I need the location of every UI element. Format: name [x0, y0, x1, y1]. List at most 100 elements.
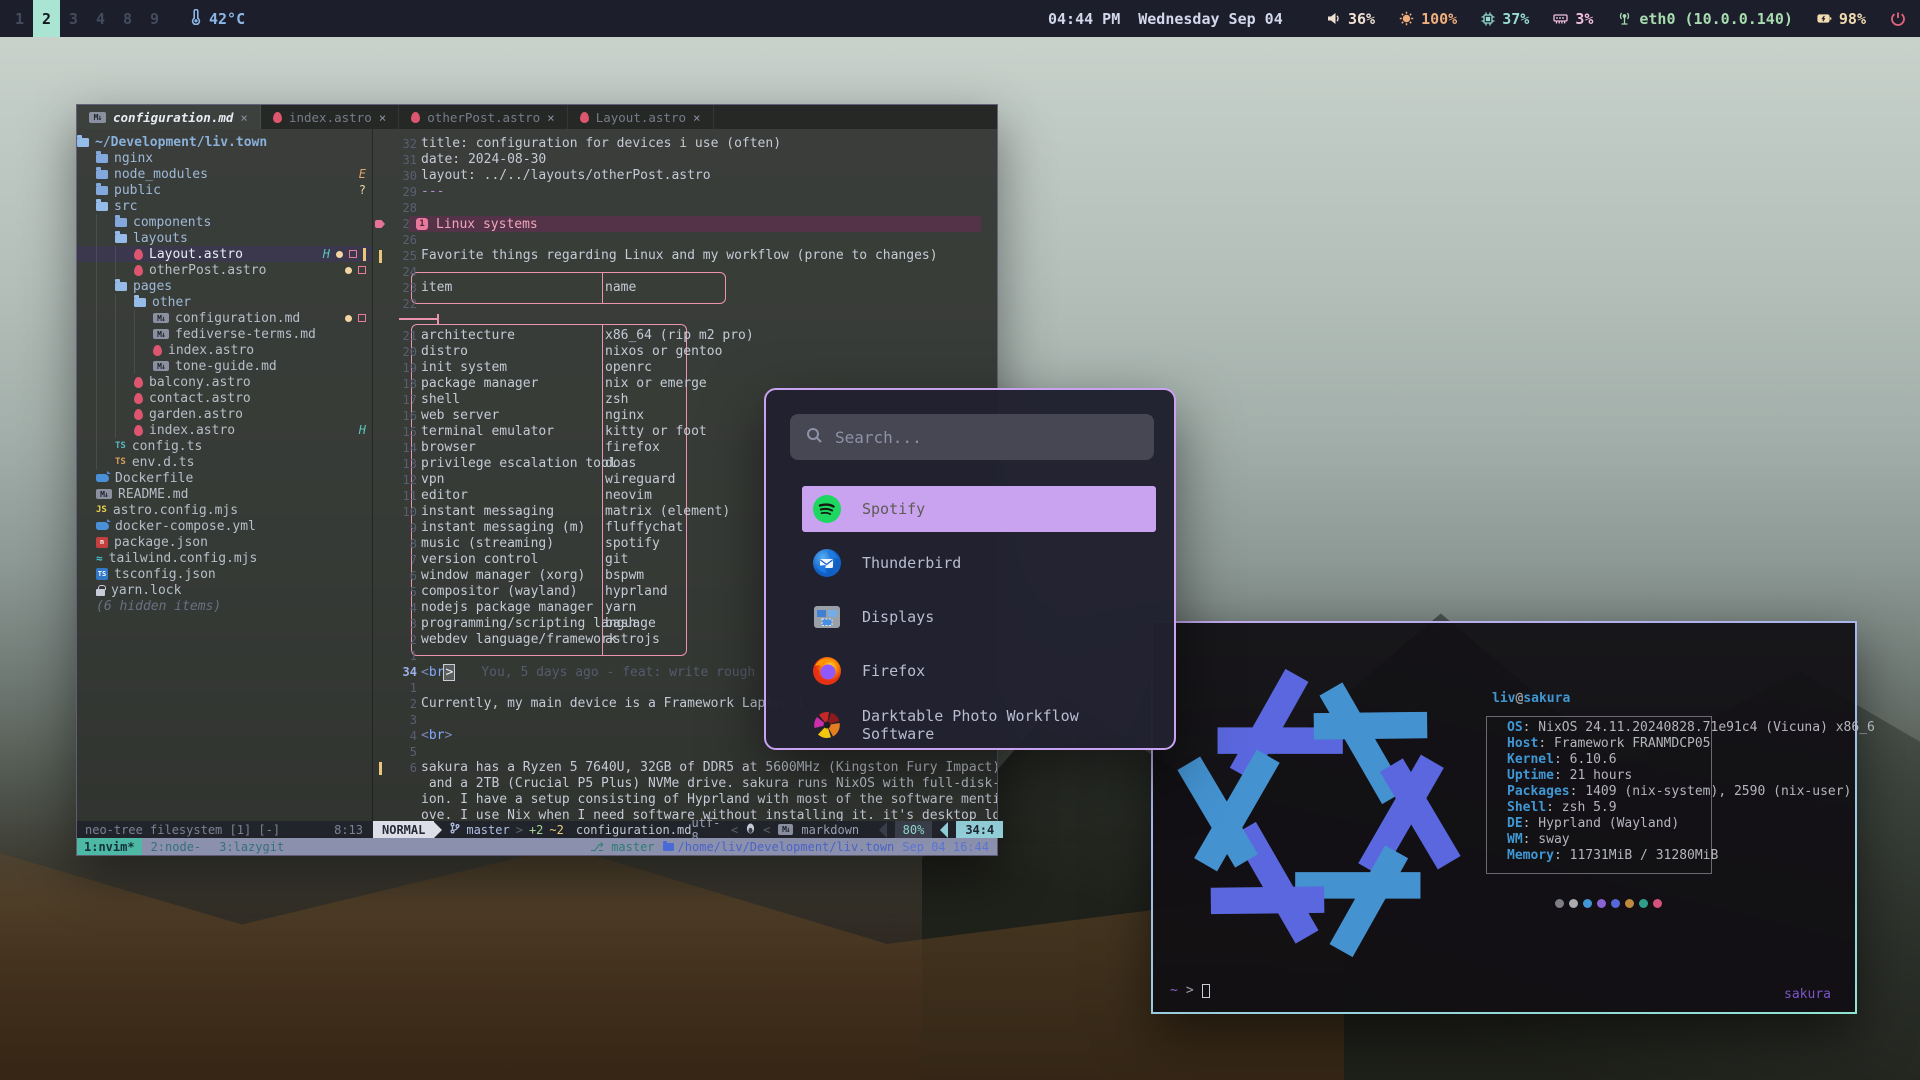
line-number: 4 — [387, 601, 417, 615]
tree-item-tailwind-config-mjs[interactable]: ≈tailwind.config.mjs — [77, 550, 372, 566]
launcher-item-displays[interactable]: Displays — [802, 594, 1156, 640]
fetch-info-row: OS: NixOS 24.11.20240828.71e91c4 (Vicuna… — [1507, 720, 1875, 736]
workspace-button-3[interactable]: 3 — [60, 0, 87, 37]
tree-item-index-astro[interactable]: index.astroH — [77, 422, 372, 438]
tab-label: configuration.md — [113, 110, 233, 125]
statusline-chevron: > — [516, 823, 523, 837]
tree-item-docker-compose-yml[interactable]: docker-compose.yml — [77, 518, 372, 534]
tree-item-layouts[interactable]: layouts — [77, 230, 372, 246]
launcher-item-firefox[interactable]: Firefox — [802, 648, 1156, 694]
tree-item--development-liv-town[interactable]: ~/Development/liv.town — [77, 134, 372, 150]
tree-item-public[interactable]: public? — [77, 182, 372, 198]
table-cell-name: yarn — [605, 600, 636, 615]
tmux-git-branch: ⎇ master — [590, 840, 654, 854]
tree-item-configuration-md[interactable]: M↓configuration.md — [77, 310, 372, 326]
tree-item-readme-md[interactable]: M↓README.md — [77, 486, 372, 502]
tree-item-components[interactable]: components — [77, 214, 372, 230]
tree-item-tsconfig-json[interactable]: TStsconfig.json — [77, 566, 372, 582]
line-number: 30 — [387, 169, 417, 183]
line-number: 29 — [387, 185, 417, 199]
buffer-line: ove. I use Nix when I need software with… — [373, 808, 997, 821]
tree-item-balcony-astro[interactable]: balcony.astro — [77, 374, 372, 390]
indent-guide — [115, 374, 128, 390]
tree-item-garden-astro[interactable]: garden.astro — [77, 406, 372, 422]
launcher-search[interactable]: Search... — [790, 414, 1154, 460]
module-battery[interactable]: 98% — [1817, 10, 1866, 28]
tab-close-icon[interactable]: × — [693, 110, 701, 125]
tree-item-contact-astro[interactable]: contact.astro — [77, 390, 372, 406]
workspace-button-9[interactable]: 9 — [141, 0, 168, 37]
table-cell-name: matrix (element) — [605, 504, 730, 519]
table-cell-name: zsh — [605, 392, 628, 407]
tree-item-src[interactable]: src — [77, 198, 372, 214]
spotify-icon — [812, 494, 842, 524]
palette-dot-2 — [1583, 899, 1592, 908]
buffer-line: 6sakura has a Ryzen 5 7640U, 32GB of DDR… — [373, 760, 997, 776]
workspace-button-4[interactable]: 4 — [87, 0, 114, 37]
tab-close-icon[interactable]: × — [379, 110, 387, 125]
gutter: 32 — [373, 136, 417, 152]
line-text: Favorite things regarding Linux and my w… — [417, 248, 997, 264]
indent-guide — [77, 246, 90, 262]
shell-prompt[interactable]: ~ > — [1170, 983, 1210, 998]
tree-item--6-hidden-items-[interactable]: (6 hidden items) — [77, 598, 372, 614]
module-memory[interactable]: 3% — [1553, 10, 1593, 28]
module-volume[interactable]: 36% — [1327, 10, 1375, 28]
tmux-window-3[interactable]: 3:lazygit — [210, 840, 293, 854]
tree-item-label: (6 hidden items) — [96, 599, 221, 614]
tree-item-index-astro[interactable]: index.astro — [77, 342, 372, 358]
fetch-info-value: : sway — [1523, 832, 1570, 847]
clock-module[interactable]: 04:44 PM Wednesday Sep 04 — [1048, 0, 1283, 37]
table-cell-name: name — [605, 280, 636, 295]
fetch-info-value: : 21 hours — [1554, 768, 1632, 783]
tab-Layout.astro[interactable]: Layout.astro× — [568, 105, 714, 129]
indent-guide — [96, 246, 109, 262]
module-cpu[interactable]: 37% — [1481, 10, 1529, 28]
module-network[interactable]: eth0 (10.0.0.140) — [1617, 10, 1793, 28]
typescript-icon: TS — [115, 441, 126, 451]
launcher-item-spotify[interactable]: Spotify — [802, 486, 1156, 532]
tree-item-config-ts[interactable]: TSconfig.ts — [77, 438, 372, 454]
indent-guide — [96, 406, 109, 422]
fetch-info-label: Packages — [1507, 784, 1570, 799]
power-icon[interactable] — [1890, 11, 1906, 27]
tree-item-package-json[interactable]: npackage.json — [77, 534, 372, 550]
tree-item-nginx[interactable]: nginx — [77, 150, 372, 166]
markdown-file-icon: M↓ — [153, 329, 169, 339]
line-number: 12 — [387, 473, 417, 487]
workspace-button-8[interactable]: 8 — [114, 0, 141, 37]
tree-item-otherpost-astro[interactable]: otherPost.astro — [77, 262, 372, 278]
table-cell-item: compositor (wayland) — [421, 584, 578, 599]
tree-item-fediverse-terms-md[interactable]: M↓fediverse-terms.md — [77, 326, 372, 342]
tab-index.astro[interactable]: index.astro× — [261, 105, 399, 129]
launcher-item-thunderbird[interactable]: Thunderbird — [802, 540, 1156, 586]
tree-item-layout-astro[interactable]: Layout.astroH — [77, 246, 372, 262]
tree-item-yarn-lock[interactable]: yarn.lock — [77, 582, 372, 598]
tab-close-icon[interactable]: × — [547, 110, 555, 125]
workspace-button-2[interactable]: 2 — [33, 0, 60, 37]
table-cell-name: nginx — [605, 408, 644, 423]
launcher-item-darktable[interactable]: Darktable Photo Workflow Software — [802, 702, 1156, 748]
tree-item-tone-guide-md[interactable]: M↓tone-guide.md — [77, 358, 372, 374]
tree-item-dockerfile[interactable]: Dockerfile — [77, 470, 372, 486]
tree-item-astro-config-mjs[interactable]: JSastro.config.mjs — [77, 502, 372, 518]
tab-configuration.md[interactable]: M↓configuration.md× — [77, 105, 261, 129]
tree-item-env-d-ts[interactable]: TSenv.d.ts — [77, 454, 372, 470]
tab-close-icon[interactable]: × — [240, 110, 248, 125]
scroll-percent: 80% — [895, 821, 933, 838]
change-sign-icon — [373, 250, 387, 263]
line-text: distronixos or gentoo — [417, 344, 997, 360]
tmux-window-active[interactable]: 1:nvim* — [77, 838, 142, 855]
tree-item-other[interactable]: other — [77, 294, 372, 310]
line-text — [417, 296, 997, 312]
indent-guide — [77, 166, 90, 182]
line-number: 4 — [387, 729, 417, 743]
tree-item-badges: H — [323, 247, 366, 261]
module-brightness[interactable]: 100% — [1399, 10, 1457, 28]
gutter: 9 — [373, 520, 417, 536]
workspace-button-1[interactable]: 1 — [6, 0, 33, 37]
tree-item-node-modules[interactable]: node_modulesE — [77, 166, 372, 182]
tab-otherPost.astro[interactable]: otherPost.astro× — [399, 105, 567, 129]
tmux-window-2[interactable]: 2:node- — [142, 840, 211, 854]
tree-item-pages[interactable]: pages — [77, 278, 372, 294]
